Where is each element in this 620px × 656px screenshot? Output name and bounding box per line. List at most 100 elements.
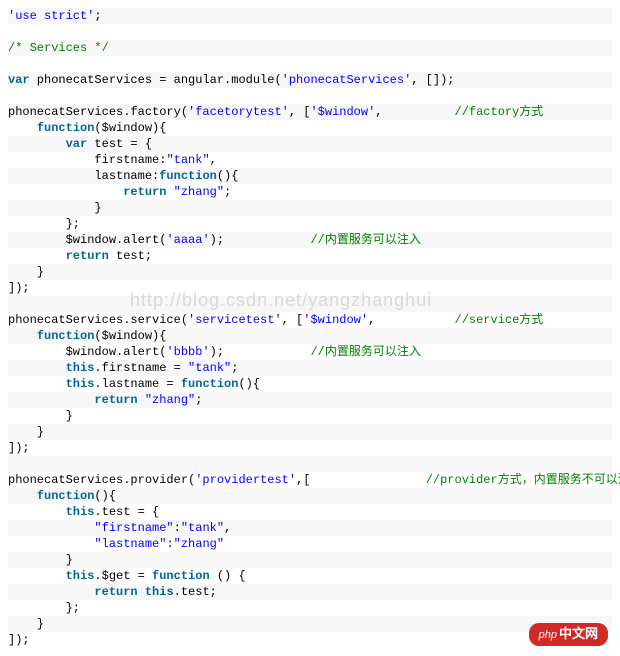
code-token-plain	[138, 393, 145, 407]
code-line	[8, 24, 612, 40]
code-token-plain: }	[8, 265, 44, 279]
code-line: }	[8, 552, 612, 568]
code-token-str: 'use strict'	[8, 9, 94, 23]
code-token-plain	[8, 569, 66, 583]
code-token-plain	[8, 121, 37, 135]
code-token-plain: .test = {	[94, 505, 159, 519]
code-token-plain	[8, 329, 37, 343]
code-token-cmt: //provider方式，内置服务不可以注入	[426, 473, 620, 487]
code-token-plain: , []);	[411, 73, 454, 87]
code-token-kw: function	[37, 329, 95, 343]
code-token-kw: this	[66, 569, 95, 583]
code-token-str: 'facetorytest'	[188, 105, 289, 119]
code-token-cmt: //factory方式	[455, 105, 544, 119]
code-token-plain: ($window){	[94, 329, 166, 343]
code-token-plain	[8, 585, 94, 599]
code-line	[8, 456, 612, 472]
code-token-plain: ,	[375, 105, 454, 119]
code-token-plain: ,[	[296, 473, 426, 487]
code-token-kw: return	[94, 585, 137, 599]
code-token-plain	[8, 297, 15, 311]
code-token-plain: ($window){	[94, 121, 166, 135]
code-block: 'use strict'; /* Services */ var phoneca…	[8, 8, 612, 648]
code-token-kw: function	[159, 169, 217, 183]
code-token-plain	[8, 537, 94, 551]
code-line: var test = {	[8, 136, 612, 152]
code-token-plain	[8, 393, 94, 407]
code-token-str: 'providertest'	[195, 473, 296, 487]
code-token-plain: phonecatServices.provider(	[8, 473, 195, 487]
code-line: this.test = {	[8, 504, 612, 520]
code-token-kw: var	[66, 137, 88, 151]
code-token-kw: var	[8, 73, 30, 87]
code-token-plain	[8, 89, 15, 103]
badge-prefix: php	[539, 629, 557, 641]
code-token-plain: , [	[289, 105, 311, 119]
code-line: ]);	[8, 632, 612, 648]
code-token-plain: }	[8, 409, 73, 423]
code-token-str: "zhang"	[174, 537, 224, 551]
code-token-kw: return	[123, 185, 166, 199]
code-line: ]);	[8, 440, 612, 456]
code-token-plain: ;	[224, 185, 231, 199]
code-line: }	[8, 408, 612, 424]
code-line: var phonecatServices = angular.module('p…	[8, 72, 612, 88]
code-token-str: '$window'	[303, 313, 368, 327]
code-token-str: "lastname"	[94, 537, 166, 551]
code-token-plain	[138, 585, 145, 599]
code-token-plain: phonecatServices.service(	[8, 313, 188, 327]
code-token-plain: phonecatServices = angular.module(	[30, 73, 282, 87]
code-token-plain: phonecatServices.factory(	[8, 105, 188, 119]
code-line: return "zhang";	[8, 184, 612, 200]
code-token-plain: );	[210, 345, 311, 359]
code-line: ]);	[8, 280, 612, 296]
code-token-plain	[8, 489, 37, 503]
code-token-kw: function	[181, 377, 239, 391]
code-token-kw: function	[37, 121, 95, 135]
code-token-plain: (){	[238, 377, 260, 391]
code-token-plain: );	[210, 233, 311, 247]
code-line: }	[8, 264, 612, 280]
code-line: $window.alert('bbbb'); //内置服务可以注入	[8, 344, 612, 360]
code-token-plain	[8, 521, 94, 535]
code-token-plain: (){	[94, 489, 116, 503]
code-line: /* Services */	[8, 40, 612, 56]
code-line: this.firstname = "tank";	[8, 360, 612, 376]
code-token-plain: (){	[217, 169, 239, 183]
code-token-cmt: //内置服务可以注入	[310, 345, 420, 359]
code-token-str: 'aaaa'	[166, 233, 209, 247]
code-line	[8, 296, 612, 312]
code-token-kw: this	[66, 377, 95, 391]
code-token-plain: ]);	[8, 633, 30, 647]
code-token-plain: $window.alert(	[8, 345, 166, 359]
code-token-cmt: //内置服务可以注入	[310, 233, 420, 247]
code-token-plain	[8, 457, 15, 471]
code-token-plain	[166, 185, 173, 199]
code-token-plain: ,	[368, 313, 454, 327]
code-token-plain	[8, 57, 15, 71]
code-line: function($window){	[8, 120, 612, 136]
code-token-str: '$window'	[310, 105, 375, 119]
code-token-cmt: //service方式	[455, 313, 544, 327]
code-line: phonecatServices.factory('facetorytest',…	[8, 104, 612, 120]
code-line: phonecatServices.service('servicetest', …	[8, 312, 612, 328]
code-token-kw: this	[66, 505, 95, 519]
code-token-str: "zhang"	[174, 185, 224, 199]
code-line: this.lastname = function(){	[8, 376, 612, 392]
code-line: };	[8, 600, 612, 616]
code-token-plain: };	[8, 217, 80, 231]
badge-text: 中文网	[559, 626, 598, 641]
code-token-str: "zhang"	[145, 393, 195, 407]
code-line: "lastname":"zhang"	[8, 536, 612, 552]
code-token-kw: return	[66, 249, 109, 263]
code-token-plain: ]);	[8, 441, 30, 455]
code-token-plain: () {	[210, 569, 246, 583]
code-token-plain	[8, 361, 66, 375]
code-line	[8, 88, 612, 104]
code-token-plain: }	[8, 201, 102, 215]
code-token-plain: test = {	[87, 137, 152, 151]
code-line: $window.alert('aaaa'); //内置服务可以注入	[8, 232, 612, 248]
code-token-plain: ;	[94, 9, 101, 23]
code-line: }	[8, 200, 612, 216]
code-line: function(){	[8, 488, 612, 504]
